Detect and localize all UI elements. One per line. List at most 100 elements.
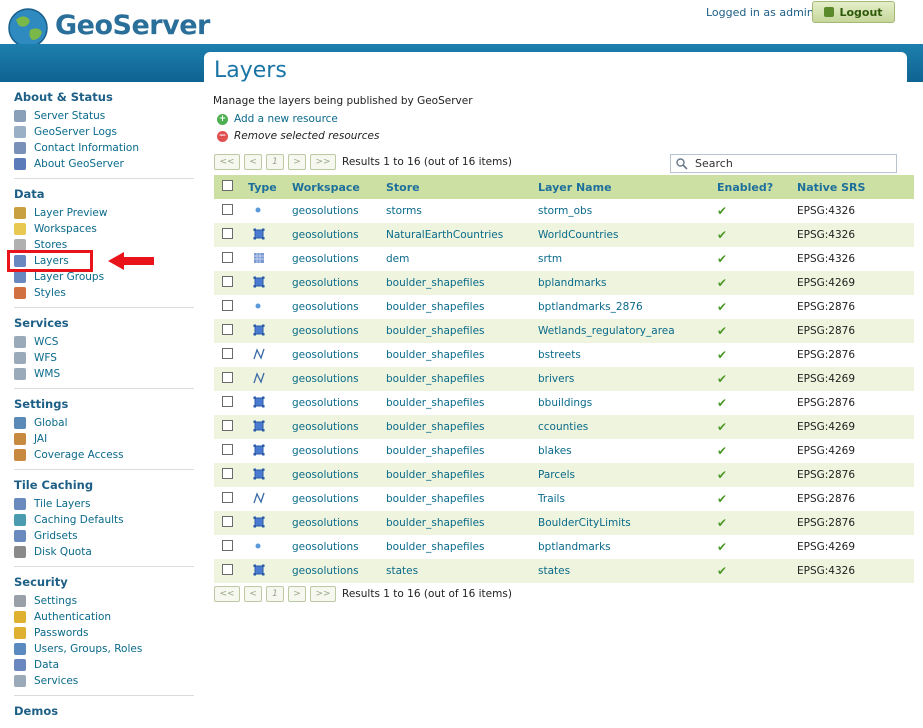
layer-name-link[interactable]: bptlandmarks [538,541,611,553]
pager-prev-button[interactable]: < [244,586,262,602]
store-link[interactable]: storms [386,205,422,217]
add-resource-label[interactable]: Add a new resource [234,113,338,125]
sidebar-item-data[interactable]: Data [14,657,194,673]
layer-name-link[interactable]: Wetlands_regulatory_area [538,325,675,337]
store-link[interactable]: NaturalEarthCountries [386,229,503,241]
column-header-enabled[interactable]: Enabled? [717,175,797,199]
sidebar-item-jai[interactable]: JAI [14,431,194,447]
store-link[interactable]: states [386,565,418,577]
sidebar-item-workspaces[interactable]: Workspaces [14,221,194,237]
workspace-link[interactable]: geosolutions [292,205,359,217]
layer-name-link[interactable]: bptlandmarks_2876 [538,301,643,313]
sidebar-item-label[interactable]: Workspaces [34,223,97,235]
store-link[interactable]: boulder_shapefiles [386,541,485,553]
workspace-link[interactable]: geosolutions [292,397,359,409]
sidebar-item-label[interactable]: Data [34,659,59,671]
sidebar-item-tile-layers[interactable]: Tile Layers [14,496,194,512]
sidebar-item-label[interactable]: Coverage Access [34,449,124,461]
sidebar-item-label[interactable]: About GeoServer [34,158,124,170]
remove-resources-label[interactable]: Remove selected resources [234,130,379,142]
column-header-type[interactable]: Type [248,175,292,199]
sidebar-item-authentication[interactable]: Authentication [14,609,194,625]
row-checkbox[interactable] [222,492,233,503]
sidebar-item-server-status[interactable]: Server Status [14,108,194,124]
row-checkbox[interactable] [222,516,233,527]
store-link[interactable]: boulder_shapefiles [386,493,485,505]
row-checkbox[interactable] [222,252,233,263]
sidebar-item-styles[interactable]: Styles [14,285,194,301]
store-link[interactable]: dem [386,253,409,265]
row-checkbox[interactable] [222,276,233,287]
pager-first-button[interactable]: << [214,154,240,170]
layer-name-link[interactable]: BoulderCityLimits [538,517,631,529]
layer-name-link[interactable]: storm_obs [538,205,592,217]
workspace-link[interactable]: geosolutions [292,493,359,505]
sidebar-item-about-geoserver[interactable]: About GeoServer [14,156,194,172]
row-checkbox[interactable] [222,540,233,551]
layer-name-link[interactable]: WorldCountries [538,229,618,241]
pager-first-button[interactable]: << [214,586,240,602]
row-checkbox[interactable] [222,372,233,383]
sidebar-item-label[interactable]: Layer Groups [34,271,104,283]
pager-next-button[interactable]: > [288,154,306,170]
workspace-link[interactable]: geosolutions [292,421,359,433]
sidebar-item-label[interactable]: Global [34,417,68,429]
sidebar-item-label[interactable]: WFS [34,352,57,364]
app-logo-text[interactable]: GeoServer [55,10,210,41]
pager-page-button[interactable]: 1 [266,154,284,170]
sidebar-item-label[interactable]: Gridsets [34,530,78,542]
store-link[interactable]: boulder_shapefiles [386,301,485,313]
workspace-link[interactable]: geosolutions [292,277,359,289]
row-checkbox[interactable] [222,396,233,407]
row-checkbox[interactable] [222,348,233,359]
store-link[interactable]: boulder_shapefiles [386,277,485,289]
logout-button[interactable]: Logout [812,1,895,23]
sidebar-item-coverage-access[interactable]: Coverage Access [14,447,194,463]
sidebar-item-contact-information[interactable]: Contact Information [14,140,194,156]
layer-name-link[interactable]: states [538,565,570,577]
add-resource-link[interactable]: + Add a new resource [217,113,338,125]
sidebar-item-label[interactable]: Contact Information [34,142,139,154]
sidebar-item-global[interactable]: Global [14,415,194,431]
pager-next-button[interactable]: > [288,586,306,602]
row-checkbox[interactable] [222,228,233,239]
workspace-link[interactable]: geosolutions [292,541,359,553]
sidebar-item-label[interactable]: Tile Layers [34,498,90,510]
sidebar-item-label[interactable]: WMS [34,368,60,380]
layer-name-link[interactable]: Parcels [538,469,575,481]
workspace-link[interactable]: geosolutions [292,349,359,361]
workspace-link[interactable]: geosolutions [292,253,359,265]
sidebar-item-users-groups-roles[interactable]: Users, Groups, Roles [14,641,194,657]
workspace-link[interactable]: geosolutions [292,445,359,457]
sidebar-item-services[interactable]: Services [14,673,194,689]
layer-name-link[interactable]: brivers [538,373,574,385]
row-checkbox[interactable] [222,204,233,215]
column-header-store[interactable]: Store [386,175,538,199]
sidebar-item-label[interactable]: Layer Preview [34,207,108,219]
sidebar-item-geoserver-logs[interactable]: GeoServer Logs [14,124,194,140]
sidebar-item-label[interactable]: WCS [34,336,58,348]
layer-name-link[interactable]: ccounties [538,421,588,433]
sidebar-item-label[interactable]: Services [34,675,78,687]
row-checkbox[interactable] [222,468,233,479]
column-header-layer-name[interactable]: Layer Name [538,175,717,199]
row-checkbox[interactable] [222,420,233,431]
layer-name-link[interactable]: srtm [538,253,562,265]
sidebar-item-caching-defaults[interactable]: Caching Defaults [14,512,194,528]
remove-resources-link[interactable]: − Remove selected resources [217,130,379,142]
store-link[interactable]: boulder_shapefiles [386,517,485,529]
sidebar-item-wcs[interactable]: WCS [14,334,194,350]
sidebar-item-label[interactable]: Caching Defaults [34,514,124,526]
sidebar-item-label[interactable]: Settings [34,595,77,607]
layer-name-link[interactable]: bplandmarks [538,277,607,289]
sidebar-item-layer-preview[interactable]: Layer Preview [14,205,194,221]
workspace-link[interactable]: geosolutions [292,517,359,529]
column-header-native-srs[interactable]: Native SRS [797,175,914,199]
sidebar-item-label[interactable]: Disk Quota [34,546,92,558]
workspace-link[interactable]: geosolutions [292,229,359,241]
store-link[interactable]: boulder_shapefiles [386,421,485,433]
store-link[interactable]: boulder_shapefiles [386,445,485,457]
select-all-checkbox[interactable] [222,180,233,191]
sidebar-item-label[interactable]: Server Status [34,110,105,122]
store-link[interactable]: boulder_shapefiles [386,325,485,337]
